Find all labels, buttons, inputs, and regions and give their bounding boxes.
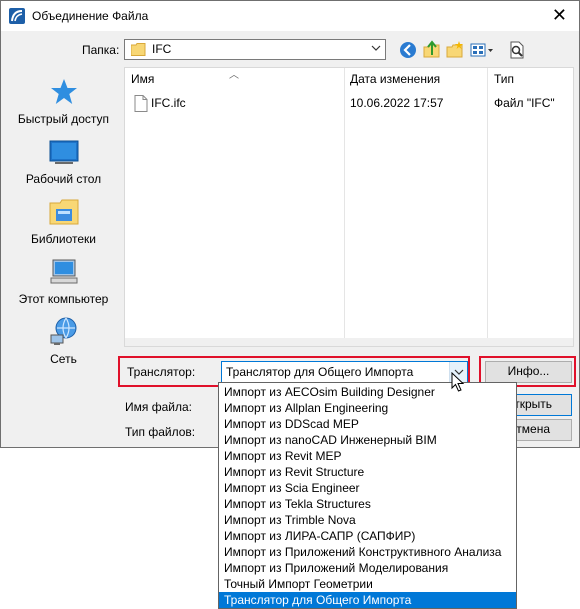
up-folder-icon[interactable] [422,40,442,60]
window-title: Объединение Файла [32,9,149,23]
place-this-pc[interactable]: Этот компьютер [10,257,117,306]
close-button[interactable]: ✕ [552,5,567,25]
dropdown-item[interactable]: Импорт из Trimble Nova [219,512,516,528]
dropdown-item[interactable]: Импорт из Tekla Structures [219,496,516,512]
sort-ascending-icon: ︿ [229,70,239,81]
dropdown-item[interactable]: Импорт из AECOsim Building Designer [219,384,516,400]
star-icon [50,79,77,104]
dropdown-item[interactable]: Импорт из Allplan Engineering [219,400,516,416]
dropdown-item[interactable]: Импорт из DDScad MEP [219,416,516,432]
desktop-icon [49,140,78,164]
place-label: Сеть [50,352,77,366]
column-header-type[interactable]: Тип [494,72,514,86]
view-menu-icon[interactable] [469,40,495,60]
dropdown-item[interactable]: Импорт из Revit MEP [219,448,516,464]
place-desktop[interactable]: Рабочий стол [10,137,117,186]
dropdown-item[interactable]: Импорт из Scia Engineer [219,480,516,496]
column-header-date[interactable]: Дата изменения [350,72,440,86]
back-icon[interactable] [398,40,418,60]
archicad-app-icon [9,8,25,24]
place-network[interactable]: Сеть [10,317,117,366]
column-header-name[interactable]: Имя [131,72,154,86]
computer-icon [50,259,77,284]
file-name: IFC.ifc [151,96,186,110]
filetype-label: Тип файлов: [125,425,196,439]
file-row[interactable]: IFC.ifc 10.06.2022 17:57 Файл "IFC" [125,94,573,116]
dropdown-item-selected[interactable]: Транслятор для Общего Импорта [219,592,516,608]
file-icon [134,95,148,112]
dropdown-item[interactable]: Импорт из Приложений Конструктивного Ана… [219,544,516,560]
file-type: Файл "IFC" [494,96,555,110]
folder-combo[interactable]: IFC [124,39,386,60]
mouse-pointer-icon [451,372,465,392]
place-quick-access[interactable]: Быстрый доступ [10,77,117,126]
translator-dropdown-list[interactable]: Импорт из AECOsim Building Designer Импо… [218,382,517,609]
preview-icon[interactable] [507,40,527,60]
dropdown-item[interactable]: Импорт из nanoCAD Инженерный BIM [219,432,516,448]
place-libraries[interactable]: Библиотеки [10,197,117,246]
file-date: 10.06.2022 17:57 [350,96,444,110]
merge-file-dialog: Объединение Файла ✕ Папка: IFC Быстрый д… [0,0,580,448]
libraries-icon [49,199,78,225]
place-label: Быстрый доступ [17,112,110,126]
folder-label: Папка: [82,43,120,57]
dropdown-item[interactable]: Импорт из ЛИРА-САПР (САПФИР) [219,528,516,544]
folder-icon [131,43,146,56]
chevron-down-icon [371,45,381,51]
dropdown-item[interactable]: Импорт из Revit Structure [219,464,516,480]
network-icon [50,317,76,345]
filename-label: Имя файла: [125,400,192,414]
folder-value: IFC [152,42,172,56]
horizontal-scrollbar[interactable] [125,338,573,346]
dropdown-item[interactable]: Импорт из Приложений Моделирования [219,560,516,576]
places-bar: Быстрый доступ Рабочий стол Библиотеки Э… [10,67,117,377]
new-folder-icon[interactable] [445,40,465,60]
title-bar: Объединение Файла ✕ [1,1,579,31]
place-label: Рабочий стол [25,172,102,186]
place-label: Этот компьютер [18,292,109,306]
file-list[interactable]: ︿ Имя Дата изменения Тип IFC.ifc 10.06.2… [124,67,574,347]
dropdown-item[interactable]: Точный Импорт Геометрии [219,576,516,592]
place-label: Библиотеки [30,232,96,246]
